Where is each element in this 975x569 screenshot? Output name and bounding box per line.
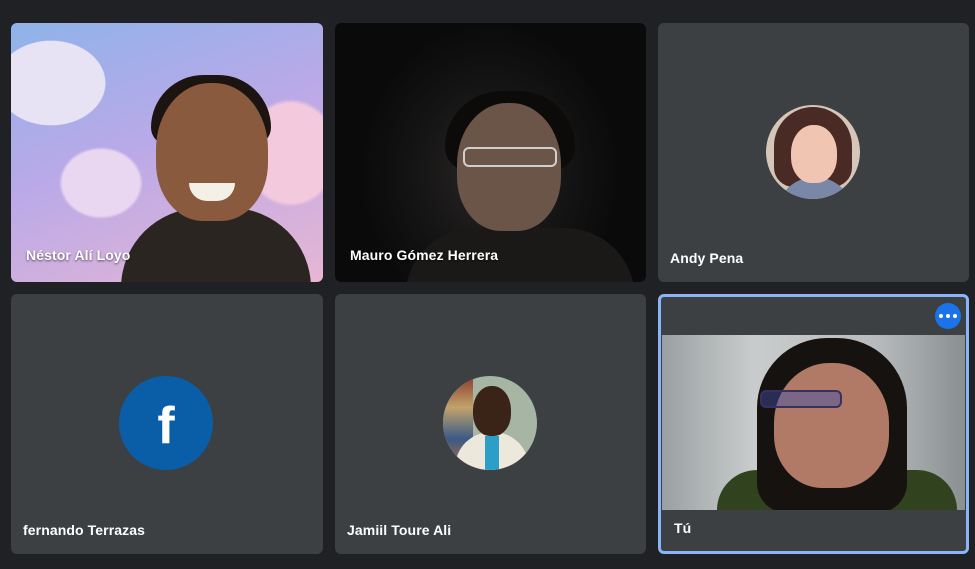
- participant-name: Néstor Alí Loyo: [26, 247, 131, 263]
- person-glasses: [463, 147, 557, 167]
- facebook-icon: f: [119, 376, 213, 470]
- more-options-button[interactable]: [935, 303, 961, 329]
- participant-video: [11, 23, 323, 282]
- person-glasses: [760, 390, 842, 408]
- avatar-shirt-trim: [485, 436, 499, 470]
- more-horiz-icon-dot: [953, 314, 957, 318]
- participant-name: fernando Terrazas: [23, 522, 146, 538]
- participant-name: Tú: [674, 520, 692, 536]
- participant-tile-mauro[interactable]: Mauro Gómez Herrera: [335, 23, 646, 282]
- participant-tile-andy[interactable]: Andy Pena: [658, 23, 969, 282]
- participant-name: Andy Pena: [670, 250, 744, 266]
- self-video: [662, 335, 965, 510]
- participant-tile-self[interactable]: Tú: [658, 294, 969, 554]
- participant-name: Jamiil Toure Ali: [347, 522, 452, 538]
- participant-video: [335, 23, 646, 282]
- person-face: [774, 363, 889, 488]
- facebook-letter: f: [157, 397, 175, 455]
- participant-avatar: [443, 376, 537, 470]
- participant-name: Mauro Gómez Herrera: [350, 247, 499, 263]
- participant-tile-fernando[interactable]: f fernando Terrazas: [11, 294, 323, 554]
- participant-grid: Néstor Alí Loyo Mauro Gómez Herrera Andy…: [0, 0, 975, 569]
- participant-tile-nestor[interactable]: Néstor Alí Loyo: [11, 23, 323, 282]
- avatar-face: [791, 125, 837, 183]
- participant-avatar: [766, 105, 860, 199]
- person-face: [457, 103, 561, 231]
- participant-tile-jamiil[interactable]: Jamiil Toure Ali: [335, 294, 646, 554]
- avatar-face: [473, 386, 511, 436]
- more-horiz-icon-dot: [946, 314, 950, 318]
- more-horiz-icon: [939, 314, 943, 318]
